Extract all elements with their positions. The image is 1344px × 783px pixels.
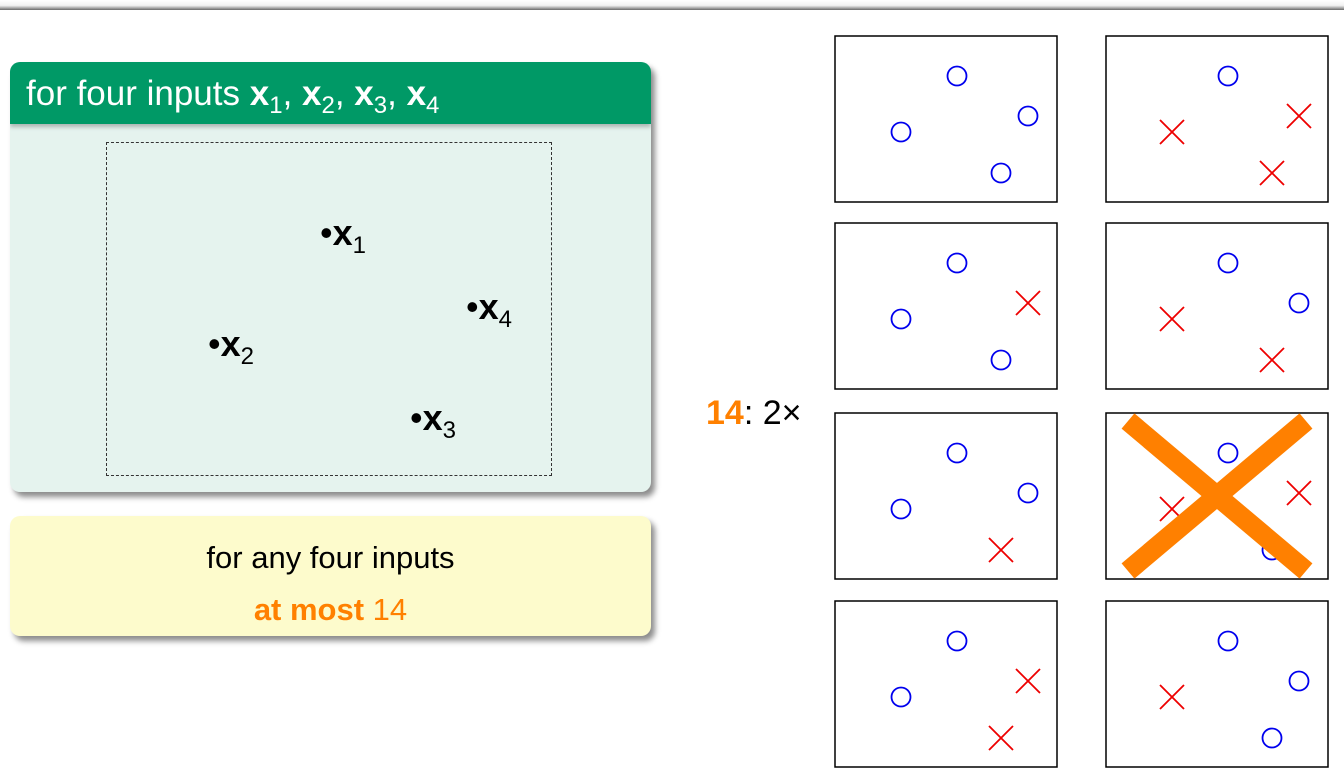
dichotomy-panel [834, 222, 1058, 390]
dichotomy-panel [1105, 35, 1329, 203]
panel-frame [1105, 600, 1329, 768]
dichotomy-panel [1105, 222, 1329, 390]
dichotomy-panel [834, 412, 1058, 580]
panel-frame [1105, 35, 1329, 203]
dichotomy-panel [834, 600, 1058, 768]
panel-frame [1105, 222, 1329, 390]
panel-frame [834, 600, 1058, 768]
dichotomy-panel [1105, 600, 1329, 768]
dichotomy-grid [834, 35, 1329, 768]
panel-frame [834, 412, 1058, 580]
dichotomy-panel [834, 35, 1058, 203]
panel-frame [834, 222, 1058, 390]
panel-frame [834, 35, 1058, 203]
dichotomy-panel [1105, 412, 1329, 580]
